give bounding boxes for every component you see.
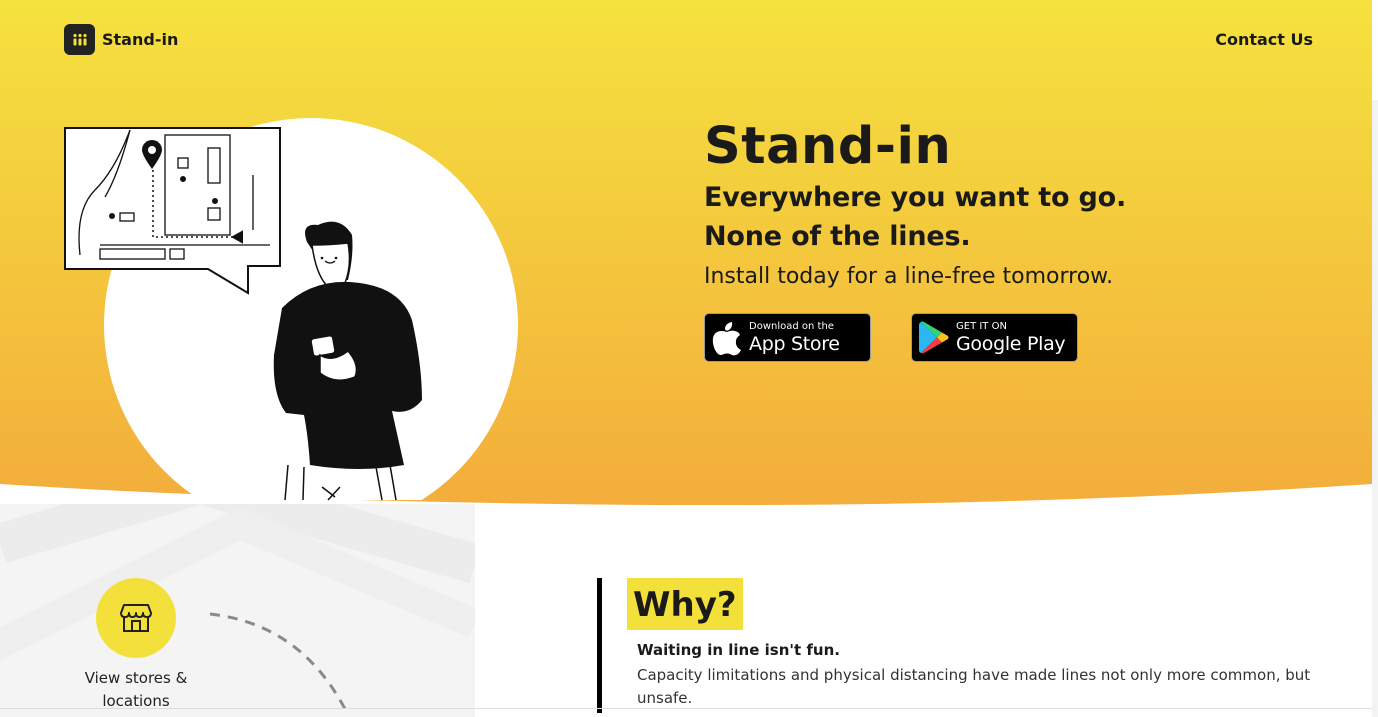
google-play-button[interactable]: GET IT ON Google Play	[911, 313, 1078, 362]
view-stores-label: View stores & locations	[84, 669, 188, 710]
app-store-small-text: Download on the	[749, 320, 834, 332]
map-bubble	[64, 127, 281, 295]
google-play-icon	[912, 321, 956, 354]
google-play-small-text: GET IT ON	[956, 320, 1007, 332]
hero-subtitle-line1: Everywhere you want to go.	[704, 182, 1127, 213]
apple-icon	[705, 320, 749, 356]
brand-logo[interactable]: Stand-in	[64, 24, 178, 55]
app-store-button[interactable]: Download on the App Store	[704, 313, 871, 362]
app-logo-icon	[64, 24, 95, 55]
store-icon	[120, 604, 152, 632]
contact-us-link[interactable]: Contact Us	[1215, 30, 1313, 49]
why-accent-bar	[597, 578, 602, 713]
hero-subtitle-line2: None of the lines.	[704, 221, 971, 252]
page: Stand-in Contact Us Stand-in Everywhere …	[0, 0, 1378, 717]
brand-name: Stand-in	[102, 30, 179, 49]
hero-text-block: Stand-in Everywhere you want to go. None…	[704, 116, 1126, 292]
why-subheading: Waiting in line isn't fun.	[637, 641, 840, 659]
hero-title: Stand-in	[704, 117, 952, 176]
hero-illustration	[64, 118, 518, 501]
view-stores-button[interactable]	[96, 578, 176, 658]
scrollbar[interactable]	[1372, 0, 1378, 717]
why-body-text: Capacity limitations and physical distan…	[637, 666, 1311, 707]
scrollbar-thumb[interactable]	[1372, 0, 1378, 100]
why-heading: Why?	[627, 578, 743, 630]
section-divider	[0, 708, 1372, 709]
google-play-big-text: Google Play	[956, 332, 1066, 355]
hero-install-text: Install today for a line-free tomorrow.	[704, 264, 1114, 289]
app-store-big-text: App Store	[749, 332, 840, 355]
store-badges: Download on the App Store GET IT ON Goog…	[704, 313, 1078, 362]
